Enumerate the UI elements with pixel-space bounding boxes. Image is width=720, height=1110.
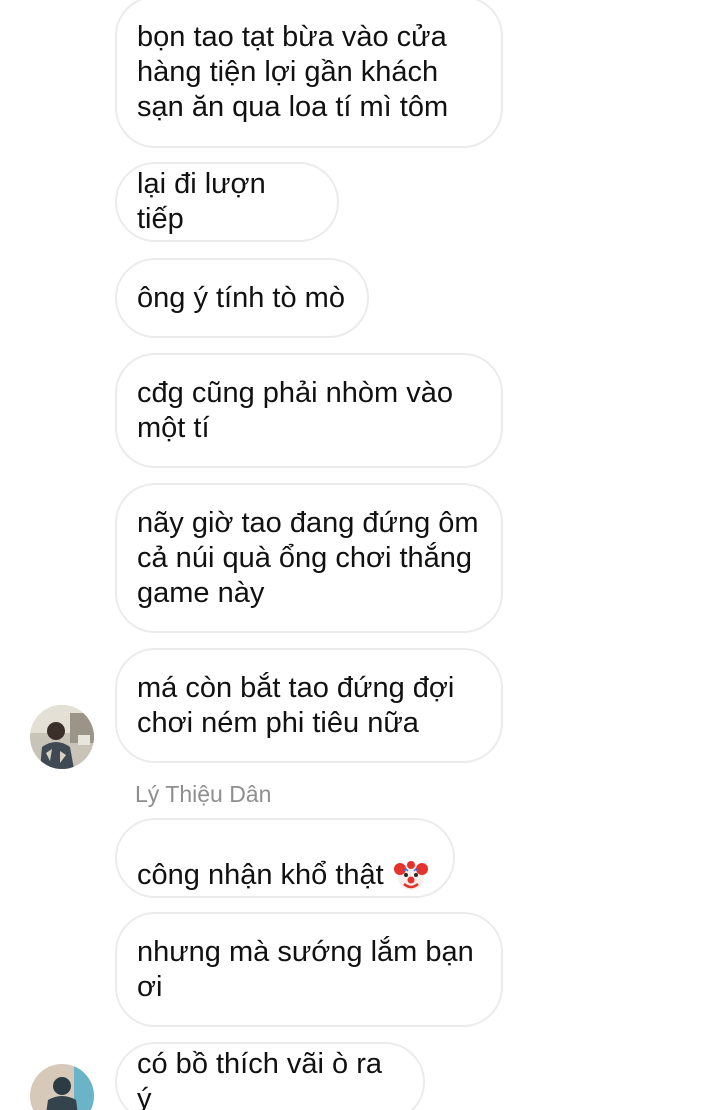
message-bubble[interactable]: có bồ thích vãi ò ra ý (115, 1042, 425, 1110)
clown-face-icon (393, 861, 428, 891)
message-bubble[interactable]: nãy giờ tao đang đứng ôm cả núi quà ổng … (115, 483, 503, 633)
sender-avatar[interactable] (30, 1064, 94, 1110)
message-text: nhưng mà sướng lắm bạn ơi (137, 935, 474, 1003)
message-bubble[interactable]: bọn tao tạt bừa vào cửa hàng tiện lợi gầ… (115, 0, 503, 148)
message-bubble[interactable]: lại đi lượn tiếp (115, 162, 339, 242)
message-text: có bồ thích vãi ò ra ý (137, 1048, 383, 1110)
message-text: bọn tao tạt bừa vào cửa hàng tiện lợi gầ… (137, 20, 449, 123)
message-bubble[interactable]: má còn bắt tao đứng đợi chơi ném phi tiê… (115, 648, 503, 763)
message-text: lại đi lượn tiếp (137, 168, 266, 235)
sender-name: Lý Thiệu Dân (135, 781, 272, 807)
message-text: má còn bắt tao đứng đợi chơi ném phi tiê… (137, 671, 455, 739)
message-text: ông ý tính tò mò (137, 281, 345, 314)
message-bubble[interactable]: ông ý tính tò mò (115, 258, 369, 338)
message-bubble[interactable]: cđg cũng phải nhòm vào một tí (115, 353, 503, 468)
message-bubble[interactable]: nhưng mà sướng lắm bạn ơi (115, 912, 503, 1027)
message-text: cđg cũng phải nhòm vào một tí (137, 376, 453, 444)
message-text: nãy giờ tao đang đứng ôm cả núi quà ổng … (137, 506, 479, 609)
sender-avatar[interactable] (30, 705, 94, 769)
message-bubble[interactable]: công nhận khổ thật (115, 818, 455, 898)
message-text: công nhận khổ thật (137, 823, 428, 893)
